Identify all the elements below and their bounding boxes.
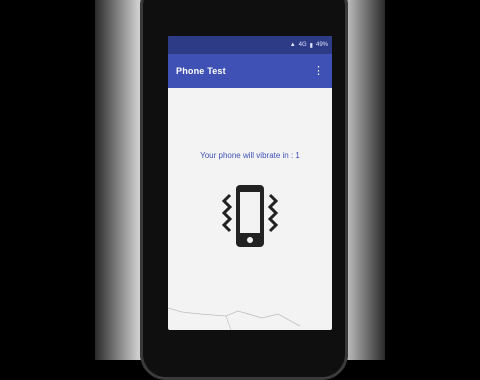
app-bar: Phone Test ⋮: [168, 54, 332, 88]
vibrate-countdown-message: Your phone will vibrate in : 1: [200, 151, 300, 160]
overflow-menu-icon[interactable]: ⋮: [313, 65, 324, 77]
battery-level: 49%: [315, 42, 328, 48]
network-indicator: 4G: [298, 42, 307, 48]
phone-vibrate-icon: [221, 185, 279, 247]
status-bar: ▲ 4G ▮ 49%: [168, 36, 332, 54]
phone-screen: ▲ 4G ▮ 49% Phone Test ⋮ Your phone will …: [168, 36, 332, 330]
battery-icon: ▮: [309, 42, 313, 49]
screen-crack: [168, 307, 301, 330]
signal-icon: ▲: [289, 42, 296, 48]
app-title: Phone Test: [176, 66, 226, 76]
